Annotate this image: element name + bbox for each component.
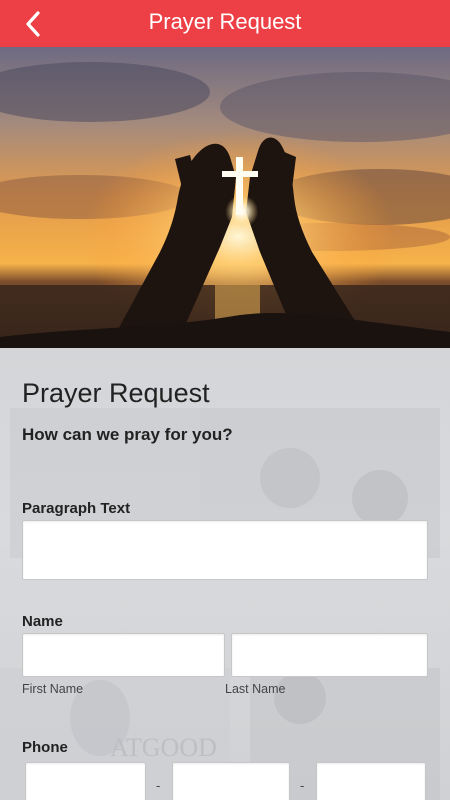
chevron-left-icon xyxy=(26,11,40,37)
first-name-field[interactable] xyxy=(22,633,225,677)
page-title: Prayer Request xyxy=(148,9,302,34)
paragraph-text-input[interactable] xyxy=(23,521,427,579)
form-section: ATGOOD Prayer Request How can we pray fo… xyxy=(0,348,450,800)
phone-prefix-field[interactable] xyxy=(172,762,290,800)
back-button[interactable] xyxy=(14,8,50,40)
paragraph-text-label: Paragraph Text xyxy=(22,500,131,517)
phone-label: Phone xyxy=(22,739,68,756)
first-name-label: First Name xyxy=(22,682,84,696)
last-name-label: Last Name xyxy=(225,682,286,696)
form-subtitle: How can we pray for you? xyxy=(22,425,233,444)
hero-image xyxy=(0,47,450,348)
phone-prefix-input[interactable] xyxy=(173,763,289,800)
phone-area-code-input[interactable] xyxy=(26,763,145,800)
phone-separator: - xyxy=(300,778,305,793)
phone-line-input[interactable] xyxy=(317,763,425,800)
phone-line-field[interactable] xyxy=(316,762,426,800)
last-name-input[interactable] xyxy=(232,634,427,676)
paragraph-text-field[interactable] xyxy=(22,520,428,580)
praying-hands-cross-image xyxy=(0,47,450,348)
name-label: Name xyxy=(22,613,63,630)
svg-text:ATGOOD: ATGOOD xyxy=(110,733,217,762)
phone-separator: - xyxy=(156,778,161,793)
app-bar: Prayer Request xyxy=(0,0,450,47)
form-title: Prayer Request xyxy=(22,378,210,408)
last-name-field[interactable] xyxy=(231,633,428,677)
phone-area-code-field[interactable] xyxy=(25,762,146,800)
first-name-input[interactable] xyxy=(23,634,224,676)
